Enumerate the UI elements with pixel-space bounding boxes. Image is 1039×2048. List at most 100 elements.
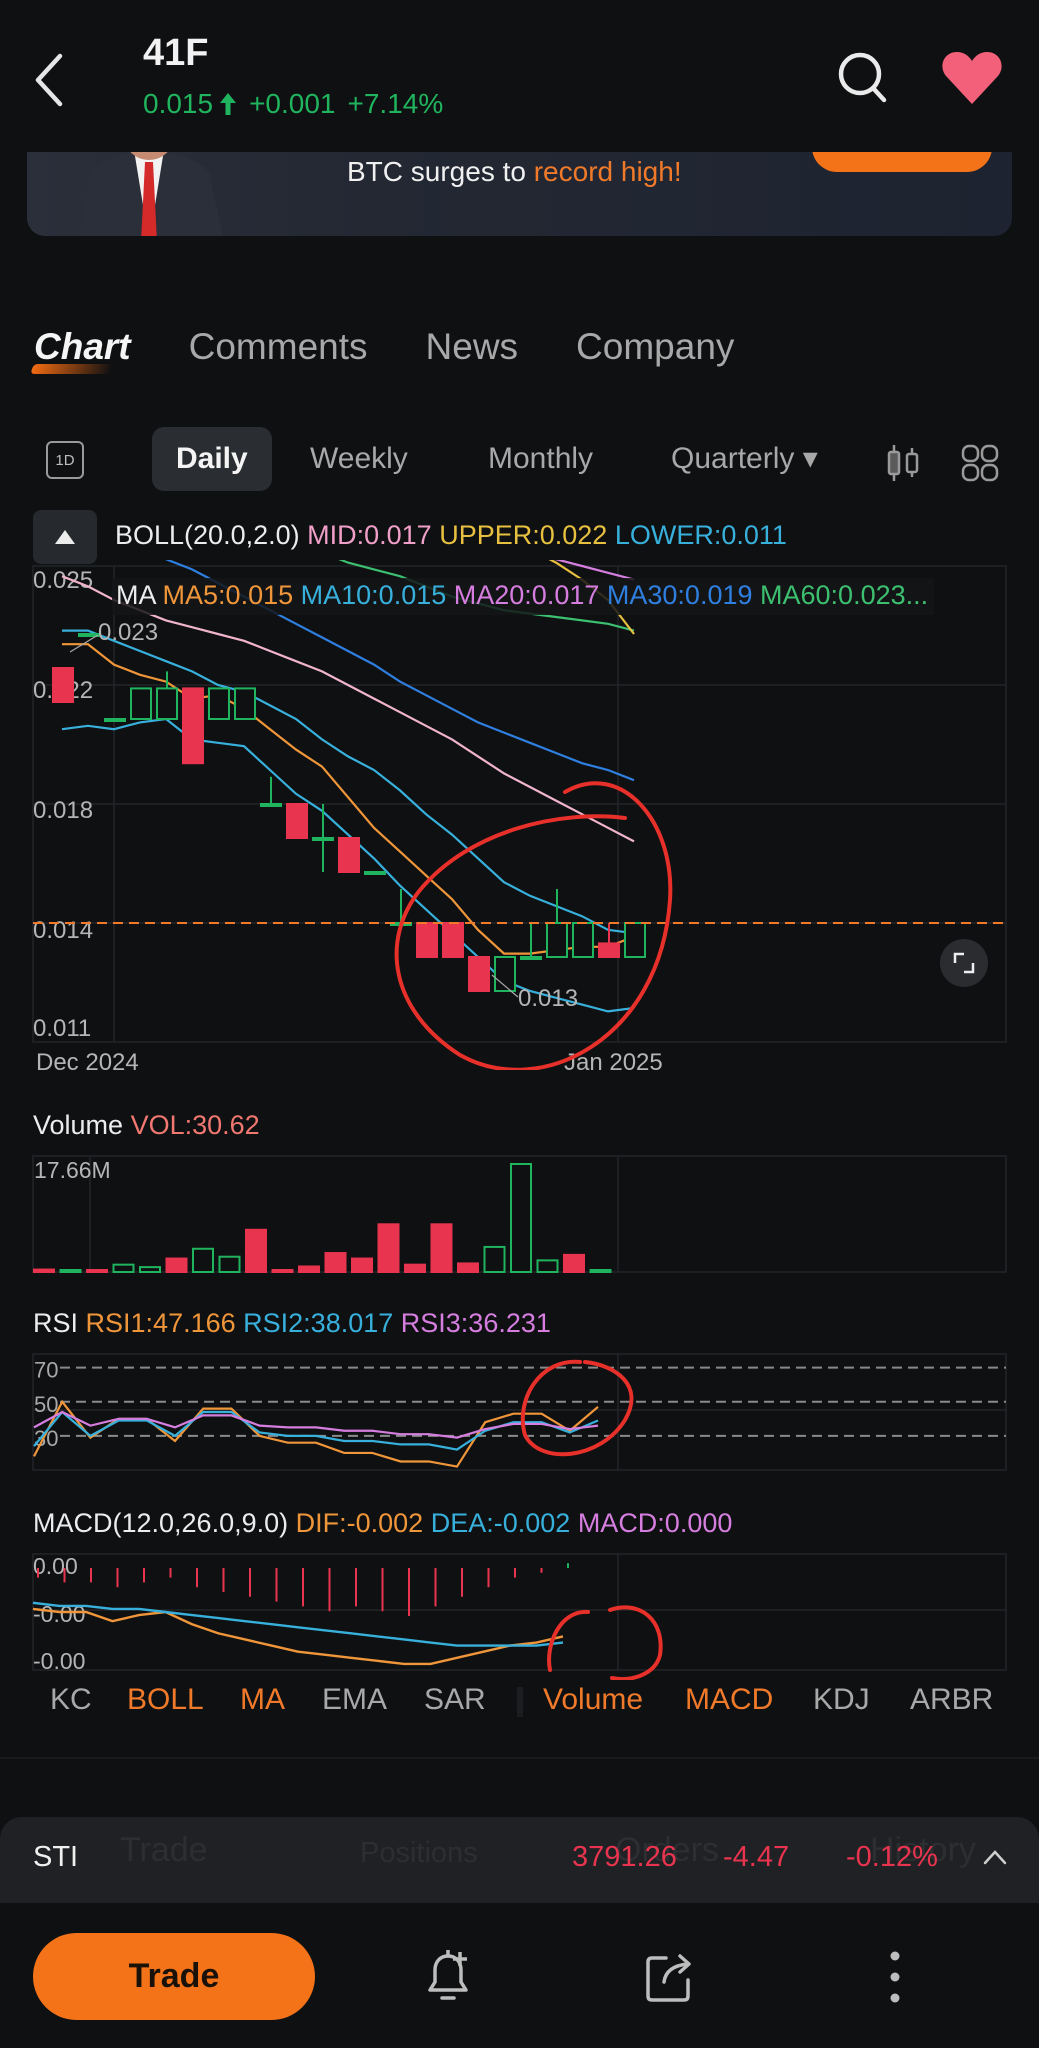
last-price: 0.015 [143, 88, 214, 119]
volume-bar-down [377, 1223, 400, 1273]
volume-bar-down [430, 1223, 453, 1273]
volume-legend: Volume VOL:30.62 [33, 1110, 260, 1140]
collapse-legend-button[interactable] [33, 510, 97, 564]
ma60-value: MA60:0.023... [760, 580, 929, 610]
period-monthly[interactable]: Monthly [488, 427, 593, 491]
volume-bar-down [165, 1257, 188, 1274]
y-axis-tick-label: 0.014 [33, 917, 93, 944]
candlestick-type-icon[interactable] [884, 443, 924, 483]
rsi3-value: RSI3:36.231 [400, 1308, 551, 1338]
more-options-icon[interactable] [880, 1948, 910, 2006]
candle-up [104, 718, 126, 722]
volume-bar-down [563, 1253, 585, 1273]
period-quarterly-dropdown[interactable]: Quarterly ▾ [671, 427, 818, 491]
volume-bar-down [86, 1269, 108, 1273]
rsi-level-label: 70 [34, 1358, 58, 1383]
macd-dea-value: DEA:-0.002 [430, 1508, 571, 1538]
ma-legend[interactable]: MA MA5:0.015 MA10:0.015 MA20:0.017 MA30:… [112, 578, 935, 615]
index-change: -4.47 [723, 1841, 790, 1873]
rsi-chart[interactable]: 705030 [0, 1350, 1039, 1475]
layout-grid-icon[interactable] [960, 443, 1000, 483]
tab-company[interactable]: Company [576, 326, 734, 368]
candle-up [572, 922, 594, 958]
y-axis-tick-label: 0.018 [33, 797, 93, 824]
rsi2-value: RSI2:38.017 [243, 1308, 394, 1338]
index-name: STI [33, 1841, 79, 1873]
rsi1-value: RSI1:47.166 [85, 1308, 236, 1338]
chart-frame [32, 1553, 1007, 1671]
chevron-up-icon[interactable] [980, 1843, 1010, 1873]
period-selector: 1D Daily Weekly Monthly Quarterly ▾ [0, 427, 1039, 493]
indicator-macd[interactable]: MACD [685, 1683, 773, 1717]
tab-news[interactable]: News [426, 326, 519, 368]
back-arrow-icon[interactable] [28, 50, 72, 110]
indicator-kc[interactable]: KC [50, 1683, 92, 1717]
volume-bar-down [33, 1268, 55, 1274]
rsi-level-label: 50 [34, 1392, 58, 1417]
indicator-sar[interactable]: SAR [424, 1683, 486, 1717]
volume-bar-up [483, 1245, 506, 1273]
volume-bar-up [139, 1266, 161, 1274]
y-axis-tick-label: 0.025 [33, 567, 93, 594]
macd-hist-value: MACD:0.000 [577, 1508, 733, 1538]
volume-bar-up [218, 1255, 241, 1273]
indicator-ema[interactable]: EMA [322, 1683, 387, 1717]
search-icon[interactable] [836, 50, 892, 106]
chart-frame [32, 1353, 1007, 1471]
candle-up [312, 837, 334, 841]
rsi-legend: RSI RSI1:47.166 RSI2:38.017 RSI3:36.231 [33, 1308, 551, 1338]
ma10-value: MA10:0.015 [300, 580, 447, 610]
annotation-circle [520, 1359, 634, 1457]
ma30-value: MA30:0.019 [606, 580, 753, 610]
indicator-volume[interactable]: Volume [543, 1683, 643, 1717]
macd-chart[interactable]: 0.00-0.00-0.00 [0, 1550, 1039, 1680]
volume-bar-up [112, 1263, 135, 1274]
favorite-heart-icon[interactable] [940, 50, 1004, 106]
high-price-label: 0.023 [98, 619, 158, 646]
candle-up [260, 803, 282, 807]
share-icon[interactable] [644, 1950, 696, 2004]
tab-chart[interactable]: Chart [34, 326, 131, 368]
banner-cta-button[interactable] [812, 152, 992, 172]
candle-up [156, 687, 178, 720]
tab-comments[interactable]: Comments [189, 326, 368, 368]
volume-bar-up [59, 1269, 82, 1273]
boll-mid-value: MID:0.017 [307, 520, 432, 550]
candle-down [598, 942, 620, 958]
ma20-value: MA20:0.017 [453, 580, 600, 610]
y-axis-tick-label: 0.011 [33, 1015, 91, 1042]
period-weekly[interactable]: Weekly [310, 427, 408, 491]
indicator-arbr[interactable]: ARBR [910, 1683, 993, 1717]
rsi-line-rsi2 [33, 1410, 599, 1451]
section-divider [0, 1757, 1039, 1759]
volume-bar-up [589, 1269, 612, 1273]
volume-chart[interactable]: 17.66M [0, 1150, 1039, 1280]
fullscreen-button[interactable] [940, 939, 988, 987]
candle-down [52, 667, 74, 703]
indicator-divider [517, 1687, 523, 1717]
volume-bar-down [351, 1257, 373, 1274]
market-index-bar[interactable]: Trade Positions Orders History STI 3791.… [0, 1817, 1039, 1903]
boll-legend[interactable]: BOLL(20.0,2.0) MID:0.017 UPPER:0.022 LOW… [115, 520, 787, 551]
rsi-line-rsi3 [33, 1410, 599, 1439]
indicator-boll[interactable]: BOLL [127, 1683, 204, 1717]
period-daily[interactable]: Daily [152, 427, 272, 491]
indicator-kdj[interactable]: KDJ [813, 1683, 870, 1717]
volume-bar-up [192, 1247, 214, 1273]
volume-bar-down [271, 1269, 294, 1273]
trade-button[interactable]: Trade [33, 1933, 315, 2020]
macd-line-dif [32, 1607, 564, 1666]
x-axis-label: Dec 2024 [36, 1049, 139, 1070]
intraday-1d-icon[interactable]: 1D [46, 441, 84, 479]
price-chart[interactable]: 0.0250.0220.0180.0140.011Dec 2024Jan 202… [0, 560, 1039, 1070]
indicator-ma[interactable]: MA [240, 1683, 285, 1717]
macd-dif-value: DIF:-0.002 [295, 1508, 424, 1538]
macd-legend: MACD(12.0,26.0,9.0) DIF:-0.002 DEA:-0.00… [33, 1508, 733, 1538]
promo-banner[interactable]: BTC surges to record high! [27, 152, 1012, 236]
candle-down [442, 922, 464, 958]
candle-down [338, 837, 360, 873]
triangle-up-icon [55, 530, 75, 544]
indicator-tabs: KC BOLL MA EMA SAR Volume MACD KDJ ARBR [0, 1683, 1039, 1723]
add-alert-bell-icon[interactable] [420, 1948, 476, 2006]
volume-bar-down [324, 1252, 347, 1273]
